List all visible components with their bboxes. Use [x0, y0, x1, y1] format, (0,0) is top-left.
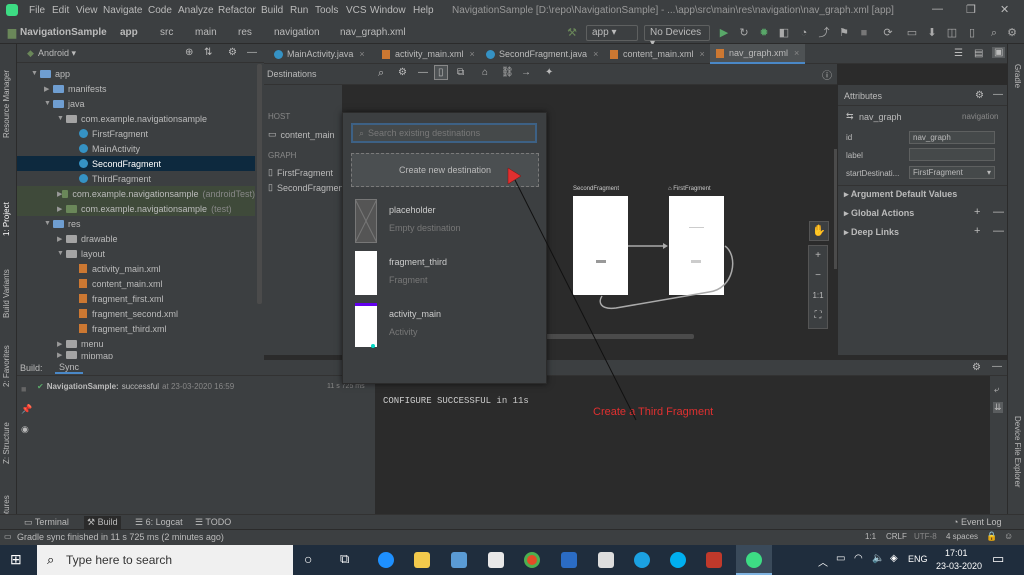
todo-tab[interactable]: ☰ TODO: [195, 517, 231, 528]
tab-label: Build: [97, 517, 118, 527]
tool-window-bar: ▭ Terminal ⚒ Build ☰ 6: Logcat ☰ TODO ◔ …: [0, 514, 1024, 529]
taskbar-search-placeholder: Type here to search: [66, 553, 173, 567]
volume-icon[interactable]: 🔈: [872, 553, 884, 564]
annotation-overlay: [507, 167, 637, 421]
language-indicator[interactable]: ENG: [908, 554, 928, 564]
search-icon: ⌕: [47, 552, 55, 567]
cortana-icon[interactable]: ○: [304, 551, 312, 567]
build-tab[interactable]: ⚒ Build: [84, 516, 121, 529]
store-icon[interactable]: [451, 552, 467, 568]
notifications-icon[interactable]: ▭: [992, 551, 1004, 567]
tab-label: 6: Logcat: [145, 517, 183, 527]
lock-icon[interactable]: 🔒: [986, 531, 997, 542]
line-separator[interactable]: CRLF: [886, 532, 907, 541]
mail-icon[interactable]: [488, 552, 504, 568]
recorder-icon[interactable]: [706, 552, 722, 568]
network-icon[interactable]: ◠: [854, 553, 863, 564]
calendar-icon[interactable]: [598, 552, 614, 568]
tab-label: Terminal: [34, 517, 69, 527]
app-e-icon[interactable]: [634, 552, 650, 568]
windows-taskbar: ⊞ ⌕ Type here to search ○ ⧉ ︿ ▭ ◠ 🔈 ◈ EN…: [0, 545, 1024, 575]
logcat-tab[interactable]: ☰ 6: Logcat: [135, 517, 183, 528]
clock-date[interactable]: 23-03-2020: [936, 561, 982, 571]
inspector-icon[interactable]: ☺: [1004, 531, 1013, 541]
android-studio-taskbar-item[interactable]: [736, 545, 772, 575]
tab-label: TODO: [205, 517, 232, 527]
clock-time[interactable]: 17:01: [945, 548, 968, 558]
red-pointer-icon: [507, 167, 522, 185]
status-bar: ▭ Gradle sync finished in 11 s 725 ms (2…: [0, 529, 1024, 545]
battery-icon[interactable]: ▭: [836, 553, 845, 564]
status-message[interactable]: Gradle sync finished in 11 s 725 ms (2 m…: [17, 532, 224, 542]
chrome-icon[interactable]: [524, 552, 540, 568]
status-icon: ▭: [4, 532, 12, 541]
windows-start-icon[interactable]: ⊞: [10, 551, 22, 568]
file-encoding[interactable]: UTF-8: [914, 532, 937, 541]
dropbox-icon[interactable]: ◈: [890, 553, 898, 564]
tray-chevron-icon[interactable]: ︿: [818, 554, 828, 569]
android-studio-icon: [746, 552, 762, 568]
task-view-icon[interactable]: ⧉: [340, 551, 349, 567]
file-explorer-icon[interactable]: [414, 552, 430, 568]
annotation-line: [514, 179, 637, 421]
taskbar-search-box[interactable]: ⌕ Type here to search: [37, 545, 293, 575]
maps-icon[interactable]: [561, 552, 577, 568]
edge-icon[interactable]: [378, 552, 394, 568]
terminal-tab[interactable]: ▭ Terminal: [24, 517, 69, 528]
indent-setting[interactable]: 4 spaces: [946, 532, 978, 541]
event-log-tab[interactable]: ◔ Event Log: [953, 517, 1001, 527]
skype-icon[interactable]: [670, 552, 686, 568]
tab-label: Event Log: [960, 517, 1002, 527]
cursor-position[interactable]: 1:1: [865, 532, 876, 541]
